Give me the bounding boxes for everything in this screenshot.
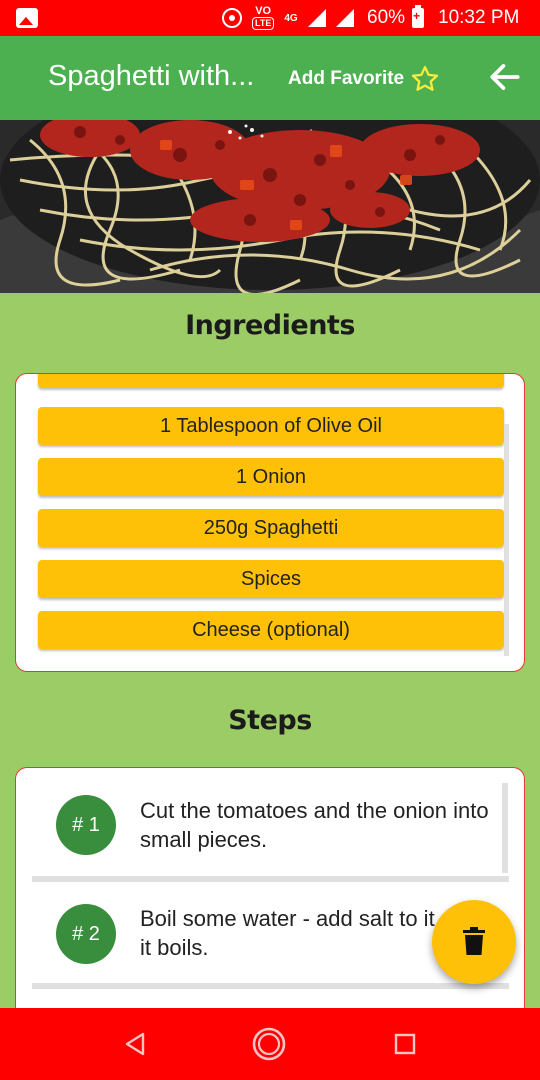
gallery-icon: [16, 8, 38, 28]
spaghetti-illustration: [0, 120, 540, 293]
star-outline-icon: [412, 66, 439, 91]
add-favorite-button[interactable]: Add Favorite: [288, 64, 440, 94]
recipe-image: [0, 120, 540, 293]
page-title: Spaghetti with...: [48, 60, 255, 92]
delete-fab-button[interactable]: [432, 900, 516, 984]
volte-indicator: VO LTE: [252, 5, 275, 30]
steps-card[interactable]: # 1 Cut the tomatoes and the onion into …: [15, 767, 525, 1027]
ingredient-item[interactable]: 250g Spaghetti: [38, 509, 504, 547]
home-circle-icon[interactable]: [251, 1026, 287, 1062]
network-type: 4G: [284, 12, 298, 24]
battery-icon: [412, 5, 424, 28]
arrow-back-icon[interactable]: [486, 58, 524, 96]
app-bar: Spaghetti with... Add Favorite: [0, 36, 540, 120]
clock: 10:32 PM: [438, 7, 520, 28]
trash-icon: [463, 927, 485, 955]
signal-icon-secondary: [335, 9, 354, 27]
ingredients-scrollbar[interactable]: [504, 424, 509, 656]
ingredient-item-partial[interactable]: [38, 374, 504, 388]
step-text: Cut the tomatoes and the onion into smal…: [140, 798, 489, 852]
status-bar: VO LTE 4G 60% 10:32 PM: [0, 0, 540, 36]
signal-icon: [307, 9, 326, 27]
ingredient-item[interactable]: Spices: [38, 560, 504, 598]
ingredients-title: Ingredients: [185, 310, 355, 341]
ingredient-item[interactable]: 1 Tablespoon of Olive Oil: [38, 407, 504, 445]
ingredients-card[interactable]: 1 Tablespoon of Olive Oil 1 Onion 250g S…: [15, 373, 525, 672]
status-icons: VO LTE 4G: [222, 6, 354, 30]
step-number-badge: # 2: [56, 904, 116, 964]
step-divider: [32, 983, 509, 989]
hotspot-icon: [222, 8, 242, 28]
step-divider: [32, 876, 509, 882]
steps-title: Steps: [228, 705, 312, 736]
recents-square-icon[interactable]: [387, 1026, 423, 1062]
step-number-badge: # 1: [56, 795, 116, 855]
ingredient-item[interactable]: Cheese (optional): [38, 611, 504, 649]
lte-label: LTE: [252, 17, 275, 30]
back-triangle-icon[interactable]: [117, 1026, 153, 1062]
ingredient-item[interactable]: 1 Onion: [38, 458, 504, 496]
steps-scrollbar[interactable]: [502, 783, 508, 873]
navigation-bar: [0, 1008, 540, 1080]
add-favorite-label: Add Favorite: [288, 68, 405, 89]
volte-label: VO: [255, 5, 272, 17]
battery-percent: 60%: [367, 7, 406, 28]
